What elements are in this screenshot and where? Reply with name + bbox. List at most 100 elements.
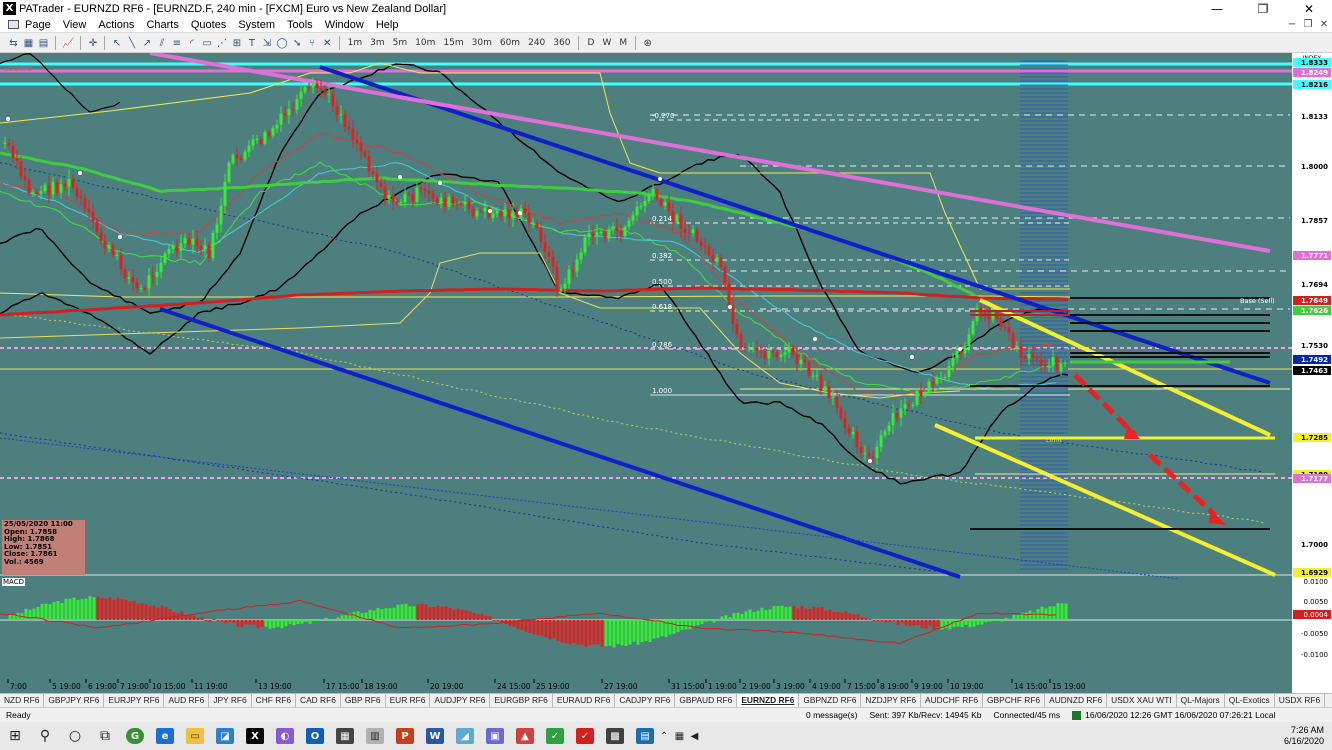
menu-quotes[interactable]: Quotes [185,19,232,31]
symbol-tab-ql-majors[interactable]: QL-Majors [1177,694,1225,707]
rectangle-icon[interactable]: ▭ [200,36,213,51]
symbol-tab-eurnzd-rf6[interactable]: EURNZD RF6 [737,694,800,707]
ray-icon[interactable]: ↗ [140,36,153,51]
cortana-icon[interactable]: ○ [60,722,90,750]
tf-240[interactable]: 240 [525,36,548,51]
pitchfork-icon[interactable]: ⑂ [306,36,319,51]
symbol-tab-jpy-rf6[interactable]: JPY RF6 [209,694,252,707]
symbol-tab-audnzd-rf6[interactable]: AUDNZD RF6 [1045,694,1108,707]
tf-30m[interactable]: 30m [469,36,495,51]
menu-page[interactable]: Page [19,19,57,31]
chevron-up-icon[interactable]: ⌃ [660,731,668,742]
settings-icon[interactable]: ⊛ [641,36,654,51]
tf-3m[interactable]: 3m [367,36,388,51]
symbol-tab-eurjpy-rf6[interactable]: EURJPY RF6 [104,694,165,707]
menu-help[interactable]: Help [370,19,405,31]
symbol-tab-audchf-rf6[interactable]: AUDCHF RF6 [921,694,984,707]
calculator-icon[interactable]: ▦ [330,722,360,750]
symbol-tab-gbpnzd-rf6[interactable]: GBPNZD RF6 [799,694,862,707]
app-icon-3[interactable]: ▥ [360,722,390,750]
minimize-button[interactable]: — [1194,0,1240,17]
arrow-icon[interactable]: ➘ [291,36,304,51]
volume-icon[interactable]: ◀ [691,731,699,742]
chart-icon[interactable]: 📈 [61,36,75,51]
trendline-icon[interactable]: ╲ [125,36,138,51]
symbol-tab-gbpaud-rf6[interactable]: GBPAUD RF6 [675,694,738,707]
edge-icon[interactable]: e [150,722,180,750]
chrome-icon[interactable]: G [120,722,150,750]
child-minimize-icon[interactable]: − [1284,19,1300,30]
symbol-tab-cad-rf6[interactable]: CAD RF6 [296,694,341,707]
app-icon-5[interactable]: ▣ [480,722,510,750]
channel-icon[interactable]: ⫽ [155,36,168,51]
close-button[interactable]: ✕ [1286,0,1332,17]
symbol-tab-eur-rf6[interactable]: EUR RF6 [386,694,431,707]
app-icon-9[interactable]: ▩ [600,722,630,750]
crosshair-icon[interactable]: ✛ [86,36,99,51]
child-close-icon[interactable]: ✕ [1316,19,1332,30]
menu-tools[interactable]: Tools [281,19,319,31]
app-icon-2[interactable]: ◐ [270,722,300,750]
delete-icon[interactable]: ✕ [321,36,334,51]
text-icon[interactable]: T [245,36,258,51]
symbol-tab-gbp-rf6[interactable]: GBP RF6 [341,694,386,707]
chart-canvas[interactable]: INDEX 1.83331.82491.82161.81331.80001.78… [0,53,1332,693]
gann-icon[interactable]: ⊞ [230,36,243,51]
tf-60m[interactable]: 60m [497,36,523,51]
pointer-icon[interactable]: ↖ [110,36,123,51]
symbol-tab-usdx-xau-wti[interactable]: USDX XAU WTI [1107,694,1177,707]
symbol-tab-chf-rf6[interactable]: CHF RF6 [252,694,297,707]
app-icon-10[interactable]: ▤ [630,722,660,750]
symbol-tab-nzdjpy-rf6[interactable]: NZDJPY RF6 [861,694,921,707]
app-icon-4[interactable]: ◢ [450,722,480,750]
symbol-tab-eurgbp-rf6[interactable]: EURGBP RF6 [490,694,553,707]
powerpoint-icon[interactable]: P [390,722,420,750]
tf-weekly[interactable]: W [599,36,614,51]
menu-window[interactable]: Window [319,19,370,31]
measure-icon[interactable]: ⇲ [260,36,273,51]
file-explorer-icon[interactable]: ▭ [180,722,210,750]
menu-view[interactable]: View [57,19,93,31]
tf-10m[interactable]: 10m [412,36,438,51]
grid-icon[interactable]: ▦ [22,36,35,51]
tf-daily[interactable]: D [584,36,597,51]
symbol-tab-ql-exotics[interactable]: QL-Exotics [1225,694,1275,707]
fan-icon[interactable]: ⋰ [215,36,228,51]
app-icon-6[interactable]: ▲ [510,722,540,750]
app-icon-1[interactable]: ◪ [210,722,240,750]
arc-icon[interactable]: ◜ [185,36,198,51]
tf-monthly[interactable]: M [616,36,630,51]
price-chart[interactable]: INDEX 1.83331.82491.82161.81331.80001.78… [0,53,1332,693]
symbol-tab-cadjpy-rf6[interactable]: CADJPY RF6 [615,694,676,707]
tf-360[interactable]: 360 [550,36,573,51]
symbol-tab-audjpy-rf6[interactable]: AUDJPY RF6 [430,694,491,707]
menu-actions[interactable]: Actions [92,19,140,31]
symbol-tab-euraud-rf6[interactable]: EURAUD RF6 [553,694,616,707]
symbol-tab-gbpchf-rf6[interactable]: GBPCHF RF6 [983,694,1046,707]
patrader-icon[interactable]: X [240,722,270,750]
maximize-button[interactable]: ❐ [1240,0,1286,17]
task-view-icon[interactable]: ⧉ [90,722,120,750]
ellipse-icon[interactable]: ◯ [275,36,288,51]
app-icon-8[interactable]: ✓ [570,722,600,750]
child-restore-icon[interactable]: ❐ [1300,19,1316,30]
tf-15m[interactable]: 15m [440,36,466,51]
outlook-icon[interactable]: O [300,722,330,750]
symbol-tab-gbpjpy-rf6[interactable]: GBPJPY RF6 [44,694,105,707]
symbol-tab-aud-rf6[interactable]: AUD RF6 [164,694,210,707]
clock[interactable]: 7:26 AM 6/16/2020 [1284,725,1332,747]
indicator-icon[interactable]: ▤ [37,36,50,51]
windows-start-icon[interactable]: ⊞ [0,722,30,750]
tf-1m[interactable]: 1m [345,36,366,51]
word-icon[interactable]: W [420,722,450,750]
menu-charts[interactable]: Charts [140,19,184,31]
tf-5m[interactable]: 5m [390,36,411,51]
menu-system[interactable]: System [232,19,281,31]
symbol-tab-usdx-rf6[interactable]: USDX RF6 [1275,694,1326,707]
fib-icon[interactable]: ≡ [170,36,183,51]
app-icon-7[interactable]: ✓ [540,722,570,750]
cursor-icon[interactable]: ⇆ [7,36,20,51]
search-icon[interactable]: ⚲ [30,722,60,750]
network-icon[interactable]: ▦ [675,731,684,742]
symbol-tab-nzd-rf6[interactable]: NZD RF6 [0,694,45,707]
